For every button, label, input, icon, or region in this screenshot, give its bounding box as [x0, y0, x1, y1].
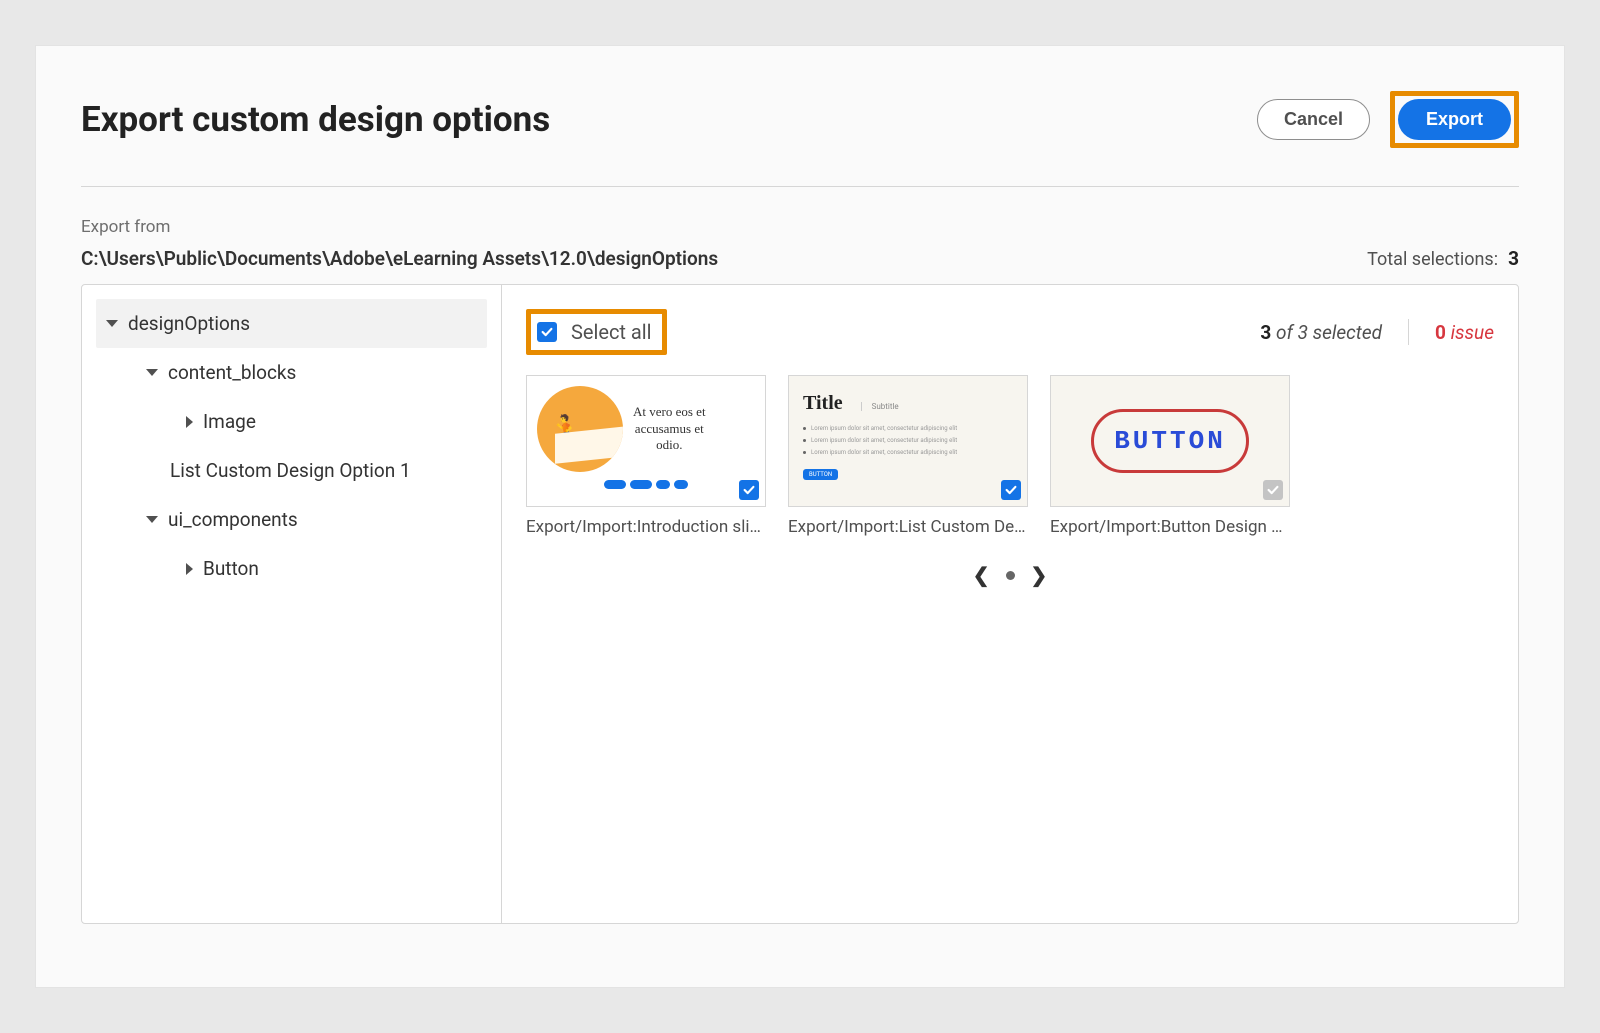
content-area: Select all 3 of 3 selected 0 issue — [502, 285, 1518, 923]
card-label: Export/Import:List Custom Desi... — [788, 517, 1028, 537]
design-card[interactable]: BUTTON Export/Import:Button Design O... — [1050, 375, 1290, 537]
export-dialog: Export custom design options Cancel Expo… — [35, 45, 1565, 988]
preview-subtitle: Subtitle — [861, 402, 899, 411]
select-all-label: Select all — [571, 320, 652, 344]
page-dot[interactable] — [1006, 571, 1015, 580]
chevron-down-icon — [106, 320, 118, 327]
design-thumbnail: 🏃 At vero eos et accusamus et odio. — [526, 375, 766, 507]
tree-label: List Custom Design Option 1 — [170, 459, 411, 482]
dialog-actions: Cancel Export — [1257, 91, 1519, 148]
tree-node-content-blocks[interactable]: content_blocks — [96, 348, 487, 397]
prev-page-button[interactable]: ❮ — [973, 563, 990, 587]
select-all-highlight: Select all — [526, 309, 667, 355]
tree-node-button[interactable]: Button — [96, 544, 487, 593]
check-icon — [1266, 483, 1280, 497]
sub-header: Export from C:\Users\Public\Documents\Ad… — [81, 187, 1519, 270]
select-all-checkbox[interactable] — [537, 322, 557, 342]
total-selections-label: Total selections: — [1367, 249, 1498, 270]
select-all-control[interactable]: Select all — [537, 320, 652, 344]
preview-text: At vero eos et accusamus et odio. — [633, 404, 706, 455]
tree-label: ui_components — [168, 508, 298, 531]
check-icon — [540, 325, 554, 339]
preview-button: BUTTON — [803, 469, 838, 480]
selected-total: 3 — [1298, 321, 1308, 344]
chevron-down-icon — [146, 516, 158, 523]
total-selections: Total selections: 3 — [1367, 247, 1519, 270]
tree-label: Image — [203, 410, 256, 433]
pagination: ❮ ❯ — [526, 563, 1494, 587]
design-card[interactable]: Title Subtitle Lorem ipsum dolor sit ame… — [788, 375, 1028, 537]
design-card[interactable]: 🏃 At vero eos et accusamus et odio. — [526, 375, 766, 537]
check-icon — [742, 483, 756, 497]
status-divider — [1408, 319, 1409, 345]
preview-graphic: 🏃 — [537, 386, 623, 472]
export-path: C:\Users\Public\Documents\Adobe\eLearnin… — [81, 247, 718, 270]
tree-root-designoptions[interactable]: designOptions — [96, 299, 487, 348]
export-button-highlight: Export — [1390, 91, 1519, 148]
tree-node-ui-components[interactable]: ui_components — [96, 495, 487, 544]
selected-count: 3 — [1260, 321, 1271, 344]
design-thumbnail: BUTTON — [1050, 375, 1290, 507]
tree-leaf-list-custom-design-option-1[interactable]: List Custom Design Option 1 — [96, 446, 487, 495]
cancel-button[interactable]: Cancel — [1257, 99, 1370, 140]
preview-bullets: Lorem ipsum dolor sit amet, consectetur … — [803, 425, 1013, 456]
card-label: Export/Import:Introduction slid... — [526, 517, 766, 537]
content-header: Select all 3 of 3 selected 0 issue — [526, 309, 1494, 355]
total-selections-count: 3 — [1508, 247, 1519, 270]
of-word: of — [1276, 321, 1293, 344]
chevron-down-icon — [146, 369, 158, 376]
person-icon: 🏃 — [547, 414, 584, 449]
issues-count: 0 — [1435, 321, 1446, 344]
tree-label: content_blocks — [168, 361, 296, 384]
selected-word: selected — [1313, 321, 1382, 344]
tree-label: Button — [203, 557, 259, 580]
issues-word: issue — [1451, 321, 1494, 344]
chevron-right-icon — [186, 416, 193, 428]
issues-status: 0 issue — [1435, 321, 1494, 344]
next-page-button[interactable]: ❯ — [1031, 563, 1048, 587]
card-checkbox[interactable] — [739, 480, 759, 500]
card-label: Export/Import:Button Design O... — [1050, 517, 1290, 537]
check-icon — [1004, 483, 1018, 497]
thumbnail-grid: 🏃 At vero eos et accusamus et odio. — [526, 375, 1494, 537]
tree-label: designOptions — [128, 312, 250, 335]
preview-title: Title — [803, 392, 843, 415]
folder-tree: designOptions content_blocks Image List … — [82, 285, 502, 923]
dialog-title: Export custom design options — [81, 99, 550, 140]
export-button[interactable]: Export — [1398, 99, 1511, 140]
card-checkbox[interactable] — [1001, 480, 1021, 500]
preview-chips — [537, 480, 755, 489]
tree-node-image[interactable]: Image — [96, 397, 487, 446]
export-from-label: Export from — [81, 217, 718, 237]
design-thumbnail: Title Subtitle Lorem ipsum dolor sit ame… — [788, 375, 1028, 507]
card-checkbox[interactable] — [1263, 480, 1283, 500]
main-panel: designOptions content_blocks Image List … — [81, 284, 1519, 924]
dialog-header: Export custom design options Cancel Expo… — [81, 91, 1519, 187]
preview-button-text: BUTTON — [1091, 409, 1249, 473]
chevron-right-icon — [186, 563, 193, 575]
selection-status: 3 of 3 selected 0 issue — [1260, 319, 1494, 345]
